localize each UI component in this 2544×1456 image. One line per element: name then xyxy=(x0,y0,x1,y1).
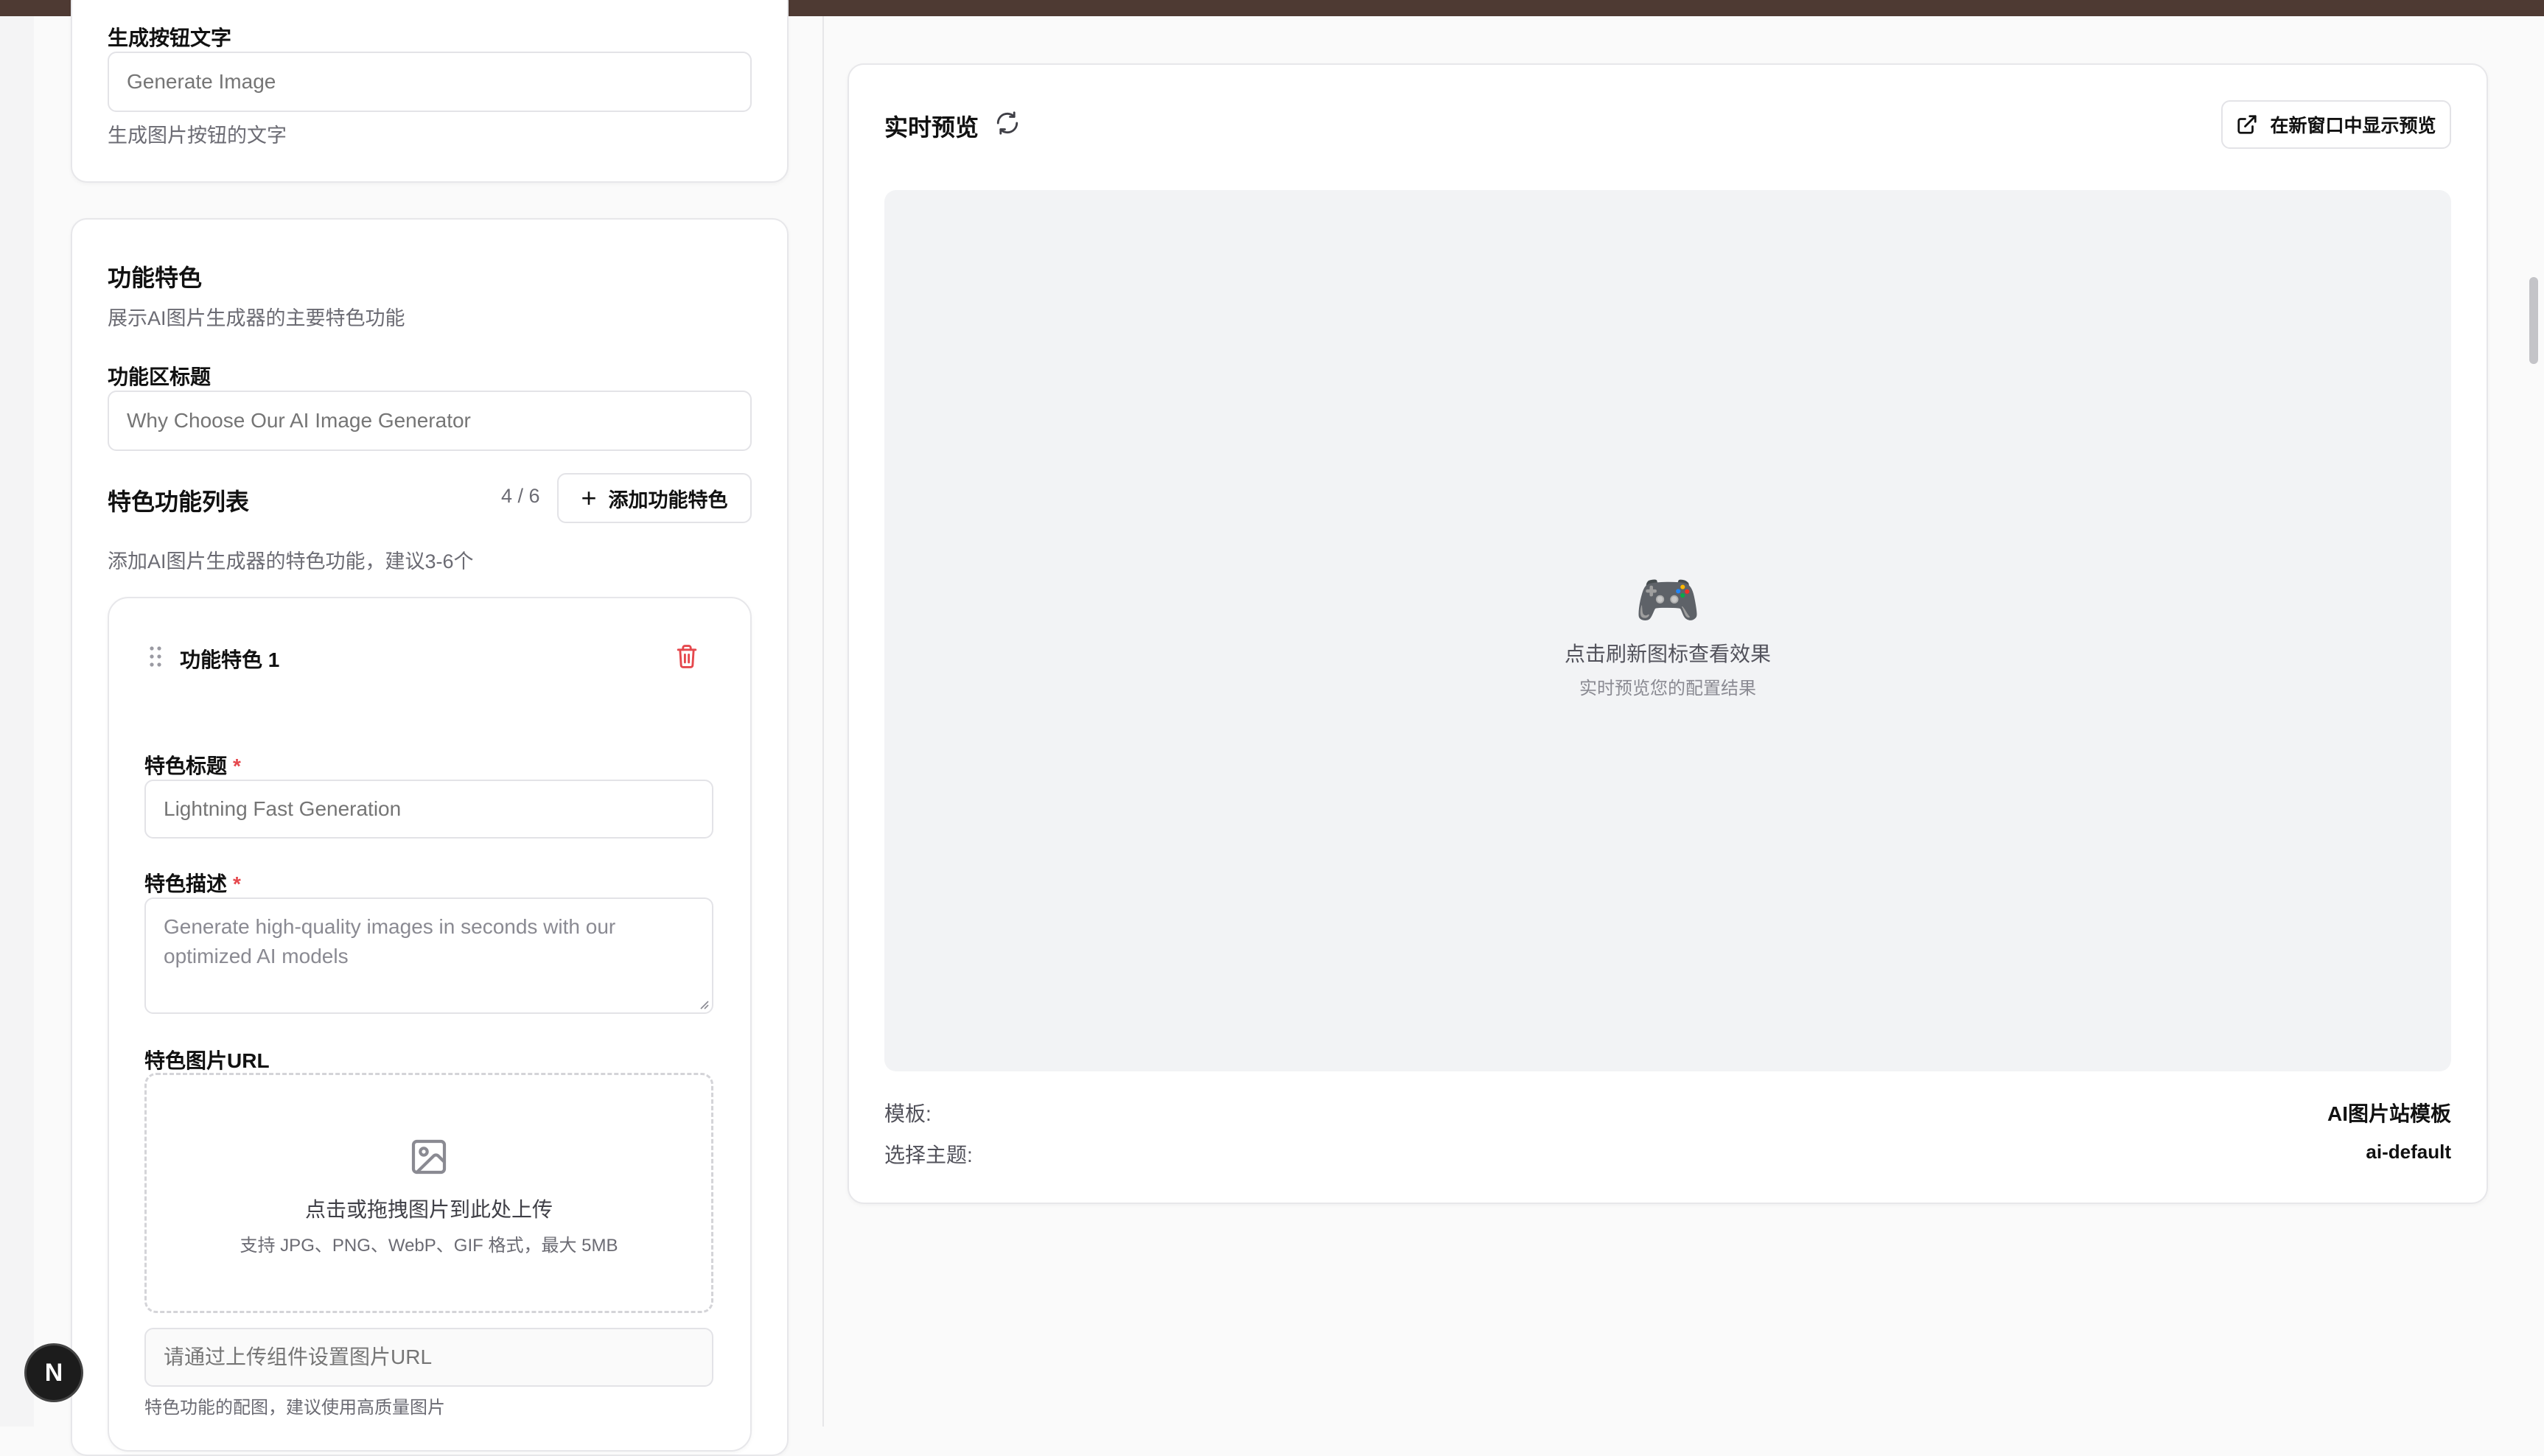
image-url-input[interactable] xyxy=(144,1328,713,1387)
feature-item-card xyxy=(108,597,752,1452)
feature-image-label: 特色图片URL xyxy=(144,1049,270,1072)
textarea-resize-handle[interactable] xyxy=(699,999,709,1009)
add-feature-button[interactable]: + 添加功能特色 xyxy=(557,473,752,523)
preview-title: 实时预览 xyxy=(884,114,979,141)
image-url-help: 特色功能的配图，建议使用高质量图片 xyxy=(144,1398,445,1418)
feature-desc-label: 特色描述 * xyxy=(144,868,241,897)
generate-button-help: 生成图片按钮的文字 xyxy=(108,125,287,147)
open-new-window-button[interactable]: 在新窗口中显示预览 xyxy=(2221,100,2451,149)
template-value: AI图片站模板 xyxy=(2327,1102,2451,1125)
features-section-title-label: 功能区标题 xyxy=(108,365,212,388)
features-section-title-input[interactable] xyxy=(108,391,752,451)
required-asterisk: * xyxy=(233,872,241,895)
feature-title-label: 特色标题 * xyxy=(144,750,241,780)
feature-desc-textarea[interactable]: Generate high-quality images in seconds … xyxy=(144,897,713,1014)
template-label: 模板: xyxy=(884,1102,932,1125)
feature-list-title: 特色功能列表 xyxy=(108,489,250,515)
preview-sub-text: 实时预览您的配置结果 xyxy=(1579,679,1756,699)
features-title: 功能特色 xyxy=(108,265,203,291)
required-asterisk: * xyxy=(233,755,241,777)
feature-title-label-text: 特色标题 xyxy=(144,755,228,777)
left-gutter xyxy=(0,16,34,1427)
plus-icon: + xyxy=(581,483,597,513)
theme-label: 选择主题: xyxy=(884,1144,973,1166)
features-subtitle: 展示AI图片生成器的主要特色功能 xyxy=(108,307,405,329)
add-feature-button-label: 添加功能特色 xyxy=(608,489,728,511)
upload-hint: 支持 JPG、PNG、WebP、GIF 格式，最大 5MB xyxy=(240,1236,618,1256)
feature-count: 4 / 6 xyxy=(501,485,540,507)
feature-title-input[interactable] xyxy=(144,780,713,839)
theme-value: ai-default xyxy=(2366,1141,2451,1163)
generate-button-text-input[interactable] xyxy=(108,52,752,112)
drag-handle-icon[interactable] xyxy=(149,645,162,668)
gamepad-icon: 🎮 xyxy=(1635,571,1701,630)
external-link-icon xyxy=(2236,113,2258,136)
generate-button-label: 生成按钮文字 xyxy=(108,27,232,49)
avatar[interactable]: N xyxy=(27,1345,81,1400)
upload-text: 点击或拖拽图片到此处上传 xyxy=(304,1198,553,1221)
open-new-window-label: 在新窗口中显示预览 xyxy=(2270,116,2436,136)
refresh-icon[interactable] xyxy=(995,111,1020,136)
page-scrollbar[interactable] xyxy=(2523,16,2544,1427)
page-scrollbar-thumb[interactable] xyxy=(2529,277,2538,364)
feature-item-name: 功能特色 1 xyxy=(180,648,280,671)
preview-main-text: 点击刷新图标查看效果 xyxy=(1564,643,1771,665)
image-upload-dropzone[interactable] xyxy=(144,1073,713,1313)
feature-desc-label-text: 特色描述 xyxy=(144,872,228,895)
feature-list-help: 添加AI图片生成器的特色功能，建议3-6个 xyxy=(108,550,474,573)
image-placeholder-icon xyxy=(408,1136,450,1177)
delete-trash-icon[interactable] xyxy=(675,644,699,669)
